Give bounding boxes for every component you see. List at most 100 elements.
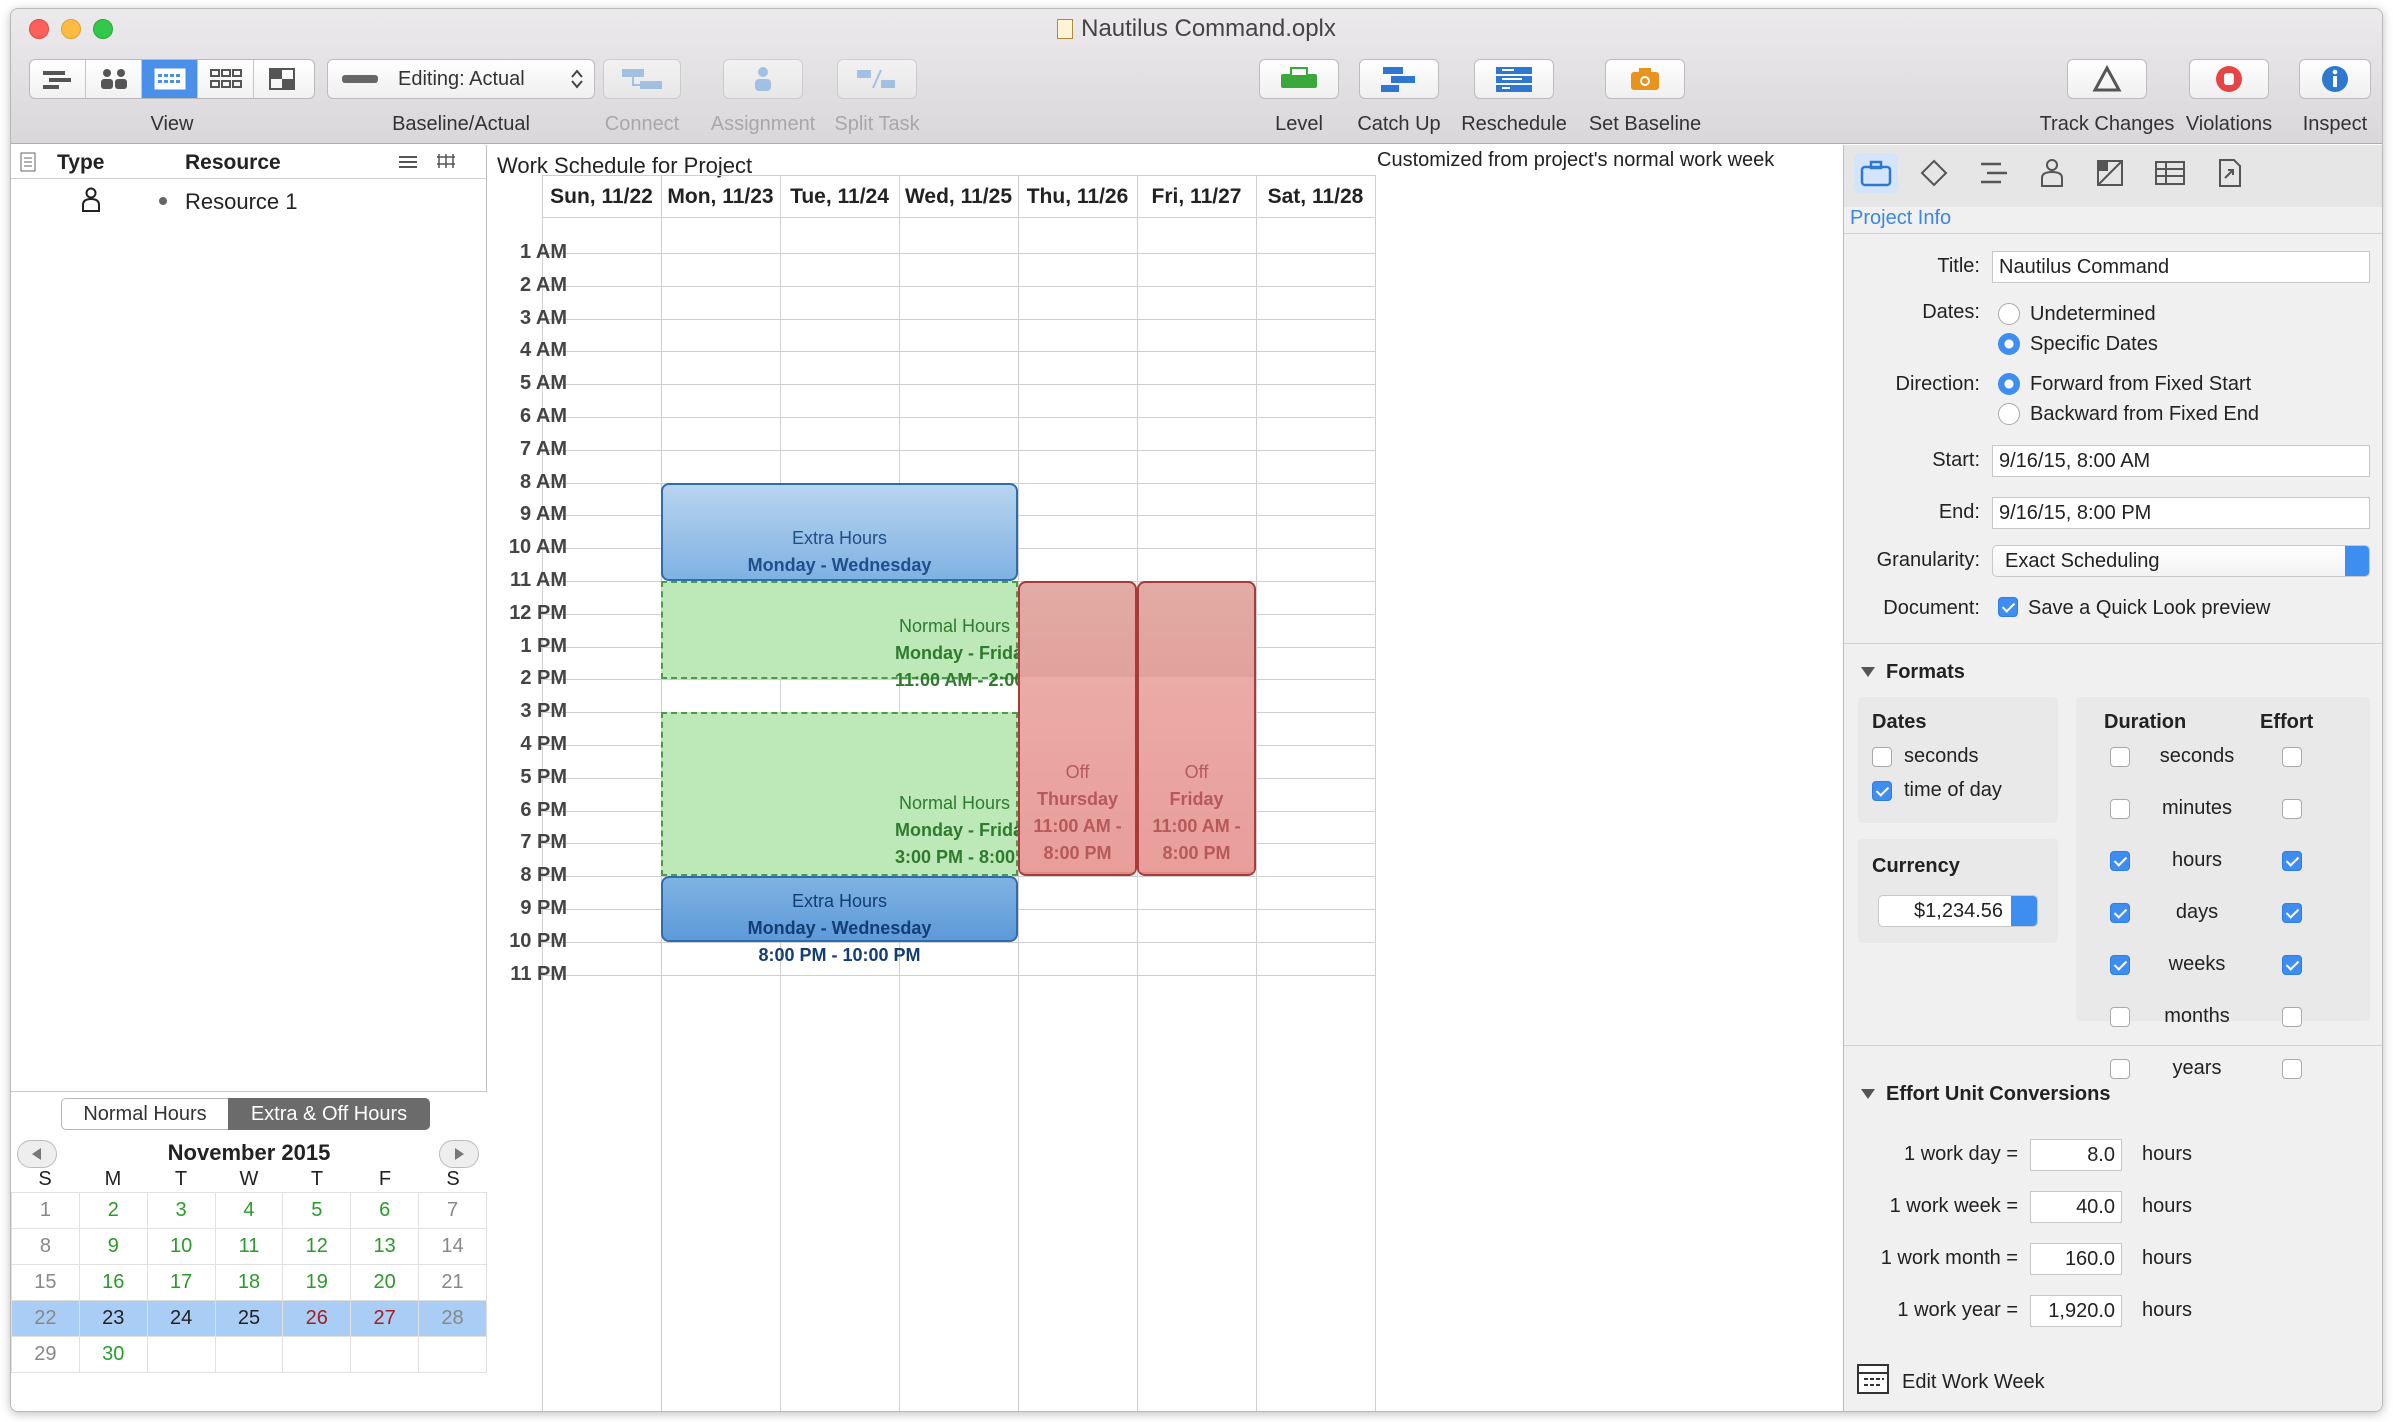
start-field[interactable]: 9/16/15, 8:00 AM bbox=[1992, 445, 2370, 477]
tab-project-info[interactable] bbox=[1854, 153, 1898, 193]
calendar-day[interactable]: 23 bbox=[78, 1300, 148, 1337]
duration-hours-checkbox[interactable] bbox=[2110, 851, 2130, 871]
calendar-day[interactable]: 11 bbox=[214, 1228, 284, 1265]
connect-button[interactable] bbox=[603, 59, 681, 99]
effort-minutes-checkbox[interactable] bbox=[2282, 799, 2302, 819]
calendar-day[interactable]: 9 bbox=[78, 1228, 148, 1265]
tab-table[interactable] bbox=[2148, 153, 2192, 193]
title-field[interactable]: Nautilus Command bbox=[1992, 251, 2370, 283]
calendar-day[interactable]: 1 bbox=[11, 1192, 80, 1229]
level-button[interactable] bbox=[1259, 59, 1339, 99]
radio-undetermined[interactable] bbox=[1998, 303, 2020, 325]
calendar-day[interactable]: 18 bbox=[214, 1264, 284, 1301]
calendar-day[interactable]: 14 bbox=[418, 1228, 487, 1265]
duration-years-checkbox[interactable] bbox=[2110, 1059, 2130, 1079]
columns-icon[interactable] bbox=[435, 151, 457, 171]
reschedule-button[interactable] bbox=[1474, 59, 1554, 99]
effort-months-checkbox[interactable] bbox=[2282, 1007, 2302, 1027]
conversion-value-field[interactable]: 8.0 bbox=[2030, 1139, 2122, 1171]
violations-button[interactable] bbox=[2189, 59, 2269, 99]
tab-milestone[interactable] bbox=[1912, 153, 1956, 193]
effort-years-checkbox[interactable] bbox=[2282, 1059, 2302, 1079]
effort-weeks-checkbox[interactable] bbox=[2282, 955, 2302, 975]
view-gantt-button[interactable] bbox=[30, 60, 86, 98]
effort-seconds-checkbox[interactable] bbox=[2282, 747, 2302, 767]
calendar-day[interactable]: 13 bbox=[350, 1228, 420, 1265]
schedule-block-extra-am[interactable]: Extra HoursMonday - Wednesday8:00 AM - 1… bbox=[661, 482, 1018, 602]
calendar-day[interactable]: 16 bbox=[78, 1264, 148, 1301]
catch-up-button[interactable] bbox=[1359, 59, 1439, 99]
view-network-button[interactable] bbox=[198, 60, 254, 98]
inspect-button[interactable] bbox=[2299, 59, 2371, 99]
duration-days-checkbox[interactable] bbox=[2110, 903, 2130, 923]
view-styles-button[interactable] bbox=[254, 60, 310, 98]
calendar-day[interactable]: 6 bbox=[350, 1192, 420, 1229]
duration-seconds-checkbox[interactable] bbox=[2110, 747, 2130, 767]
tab-styles[interactable] bbox=[2088, 153, 2132, 193]
calendar-day[interactable]: 3 bbox=[146, 1192, 216, 1229]
calendar-day[interactable]: 24 bbox=[146, 1300, 216, 1337]
calendar-day[interactable]: 2 bbox=[78, 1192, 148, 1229]
calendar-day[interactable]: 7 bbox=[418, 1192, 487, 1229]
calendar-day[interactable]: 5 bbox=[282, 1192, 352, 1229]
quick-look-checkbox[interactable] bbox=[1998, 597, 2018, 617]
disclosure-triangle-icon[interactable] bbox=[1860, 1087, 1876, 1101]
calendar-day[interactable]: 20 bbox=[350, 1264, 420, 1301]
duration-weeks-checkbox[interactable] bbox=[2110, 955, 2130, 975]
radio-forward[interactable] bbox=[1998, 373, 2020, 395]
edit-work-week-icon[interactable] bbox=[1856, 1363, 1890, 1395]
split-task-button[interactable] bbox=[837, 59, 917, 99]
effort-days-checkbox[interactable] bbox=[2282, 903, 2302, 923]
rows-icon[interactable] bbox=[397, 152, 419, 172]
calendar-day[interactable]: 26 bbox=[282, 1300, 352, 1337]
edit-work-week-button[interactable]: Edit Work Week bbox=[1902, 1371, 2045, 1394]
calendar-day[interactable]: 28 bbox=[418, 1300, 487, 1337]
effort-hours-checkbox[interactable] bbox=[2282, 851, 2302, 871]
time-of-day-checkbox[interactable] bbox=[1872, 781, 1892, 801]
tab-task[interactable] bbox=[1972, 153, 2016, 193]
calendar-day[interactable]: 8 bbox=[11, 1228, 80, 1265]
calendar-day[interactable]: 30 bbox=[78, 1336, 148, 1373]
calendar-day[interactable]: 27 bbox=[350, 1300, 420, 1337]
calendar-day[interactable]: 4 bbox=[214, 1192, 284, 1229]
baseline-actual-popup[interactable]: Editing: Actual bbox=[327, 59, 595, 99]
tab-normal-hours[interactable]: Normal Hours bbox=[61, 1098, 229, 1130]
granularity-popup[interactable]: Exact Scheduling bbox=[1992, 545, 2370, 577]
conversion-value-field[interactable]: 1,920.0 bbox=[2030, 1295, 2122, 1327]
assignment-button[interactable] bbox=[723, 59, 803, 99]
resource-name[interactable]: Resource 1 bbox=[185, 189, 298, 215]
dates-seconds-checkbox[interactable] bbox=[1872, 747, 1892, 767]
calendar-day[interactable]: 25 bbox=[214, 1300, 284, 1337]
calendar-day[interactable]: 15 bbox=[11, 1264, 80, 1301]
calendar-day[interactable]: 22 bbox=[11, 1300, 80, 1337]
next-month-button[interactable] bbox=[439, 1140, 479, 1168]
end-field[interactable]: 9/16/15, 8:00 PM bbox=[1992, 497, 2370, 529]
radio-backward[interactable] bbox=[1998, 403, 2020, 425]
schedule-block-normal-1[interactable]: Normal Hours Monday - Friday 11:00 AM - 2:… bbox=[661, 581, 1056, 690]
calendar-day[interactable]: 19 bbox=[282, 1264, 352, 1301]
tab-resource[interactable] bbox=[2030, 153, 2074, 193]
duration-minutes-checkbox[interactable] bbox=[2110, 799, 2130, 819]
view-resource-button[interactable] bbox=[86, 60, 142, 98]
schedule-block-extra-pm[interactable]: Extra Hours Monday - Wednesday 8:00 PM - 1… bbox=[661, 876, 1018, 965]
calendar-day[interactable]: 21 bbox=[418, 1264, 487, 1301]
track-changes-button[interactable] bbox=[2067, 59, 2147, 99]
radio-specific-dates[interactable] bbox=[1998, 333, 2020, 355]
type-column-header[interactable]: Type bbox=[57, 151, 104, 175]
tab-extra-off-hours[interactable]: Extra & Off Hours bbox=[228, 1098, 430, 1130]
schedule-block-normal-2[interactable]: Normal Hours Monday - Friday 3:00 PM - 8:0… bbox=[661, 712, 1047, 877]
tab-document[interactable] bbox=[2208, 153, 2252, 193]
note-icon[interactable] bbox=[19, 152, 37, 172]
disclosure-triangle-icon[interactable] bbox=[1860, 665, 1876, 679]
calendar-day[interactable]: 17 bbox=[146, 1264, 216, 1301]
resource-row[interactable]: Resource 1 bbox=[11, 181, 486, 219]
conversion-value-field[interactable]: 40.0 bbox=[2030, 1191, 2122, 1223]
conversion-value-field[interactable]: 160.0 bbox=[2030, 1243, 2122, 1275]
currency-popup[interactable]: $1,234.56 bbox=[1878, 895, 2038, 927]
resource-column-header-label[interactable]: Resource bbox=[185, 151, 281, 175]
schedule-block-off-thu[interactable]: Off Thursday 11:00 AM - 8:00 PM bbox=[1018, 581, 1137, 877]
set-baseline-button[interactable] bbox=[1605, 59, 1685, 99]
view-calendar-button[interactable] bbox=[142, 60, 198, 98]
calendar-day[interactable]: 29 bbox=[11, 1336, 80, 1373]
calendar-day[interactable]: 12 bbox=[282, 1228, 352, 1265]
